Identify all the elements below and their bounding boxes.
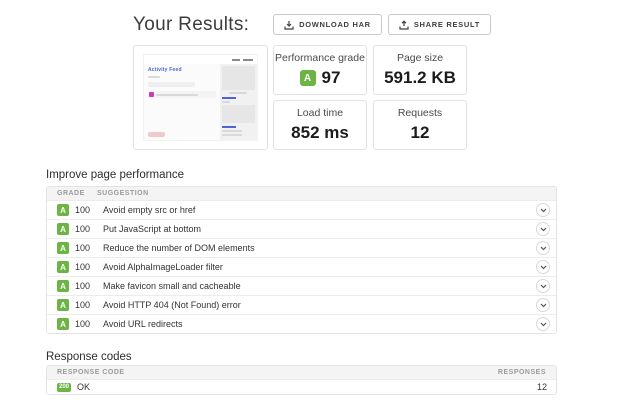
suggestion-row[interactable]: A 100 Avoid empty src or href — [47, 200, 556, 219]
suggestion-label: Avoid AlphaImageLoader filter — [103, 262, 223, 272]
improve-table-header: GRADE SUGGESTION — [47, 187, 556, 200]
responses-column-header: RESPONSES — [497, 369, 546, 376]
download-icon — [284, 20, 294, 30]
response-codes-heading: Response codes — [46, 351, 132, 363]
metric-performance-grade: Performance grade A 97 — [273, 45, 367, 95]
response-code-row: 200 OK 12 — [47, 379, 556, 394]
share-icon — [399, 19, 409, 30]
response-table-header: RESPONSE CODE RESPONSES — [47, 366, 556, 379]
chevron-down-icon — [540, 322, 546, 326]
response-code-column-header: RESPONSE CODE — [57, 369, 125, 376]
thumbnail-mini-page: Activity Feed — [143, 54, 258, 141]
grade-score: 100 — [75, 281, 91, 291]
page-size-value: 591.2 KB — [384, 68, 456, 87]
share-result-button[interactable]: SHARE RESULT — [387, 14, 491, 35]
suggestion-row[interactable]: A 100 Avoid HTTP 404 (Not Found) error — [47, 295, 556, 314]
grade-score: 100 — [75, 262, 91, 272]
expand-row-button[interactable] — [536, 241, 550, 255]
status-200-badge: 200 — [57, 382, 72, 392]
performance-grade-value: 97 — [321, 68, 341, 87]
response-codes-table: RESPONSE CODE RESPONSES 200 OK 12 — [46, 365, 557, 395]
grade-a-badge: A — [57, 261, 69, 273]
grade-a-badge: A — [57, 318, 69, 330]
suggestion-column-header: SUGGESTION — [97, 190, 149, 197]
thumbnail-sidebar — [219, 64, 257, 140]
grade-score: 100 — [75, 300, 91, 310]
metric-requests: Requests 12 — [373, 100, 467, 150]
chevron-down-icon — [540, 303, 546, 307]
thumbnail-topbar — [144, 55, 257, 64]
grade-score: 100 — [75, 205, 91, 215]
suggestion-label: Make favicon small and cacheable — [103, 281, 241, 291]
thumbnail-search-bar — [148, 82, 196, 87]
suggestion-row[interactable]: A 100 Make favicon small and cacheable — [47, 276, 556, 295]
metric-page-size: Page size 591.2 KB — [373, 45, 467, 95]
suggestion-label: Avoid URL redirects — [103, 319, 183, 329]
suggestion-label: Put JavaScript at bottom — [103, 224, 202, 234]
expand-row-button[interactable] — [536, 279, 550, 293]
grade-a-badge: A — [57, 204, 69, 216]
grade-a-badge: A — [57, 299, 69, 311]
metric-load-time: Load time 852 ms — [273, 100, 367, 150]
thumbnail-pink-button — [148, 132, 165, 137]
suggestion-label: Avoid empty src or href — [103, 205, 196, 215]
thumbnail-feed-title: Activity Feed — [148, 67, 182, 73]
grade-score: 100 — [75, 224, 91, 234]
suggestion-label: Reduce the number of DOM elements — [103, 243, 255, 253]
suggestion-row[interactable]: A 100 Put JavaScript at bottom — [47, 219, 556, 238]
expand-row-button[interactable] — [536, 317, 550, 331]
grade-a-badge: A — [57, 280, 69, 292]
thumbnail-post-icon — [149, 92, 154, 97]
page-title: Your Results: — [133, 13, 250, 35]
chevron-down-icon — [540, 227, 546, 231]
download-har-button[interactable]: DOWNLOAD HAR — [273, 14, 382, 35]
header-actions: DOWNLOAD HAR SHARE RESULT — [273, 14, 491, 35]
expand-row-button[interactable] — [536, 260, 550, 274]
grade-column-header: GRADE — [57, 190, 85, 197]
chevron-down-icon — [540, 284, 546, 288]
suggestion-label: Avoid HTTP 404 (Not Found) error — [103, 300, 241, 310]
grade-a-badge: A — [57, 242, 69, 254]
status-label: OK — [77, 382, 91, 392]
results-header: Your Results: DOWNLOAD HAR SHARE RESULT — [133, 13, 491, 36]
metrics-grid: Performance grade A 97 Page size 591.2 K… — [273, 45, 467, 150]
load-time-value: 852 ms — [291, 123, 349, 142]
grade-a-badge: A — [299, 70, 316, 86]
suggestion-row[interactable]: A 100 Avoid URL redirects — [47, 314, 556, 333]
requests-value: 12 — [410, 123, 430, 142]
chevron-down-icon — [540, 265, 546, 269]
thumbnail-feed-column: Activity Feed — [144, 64, 220, 140]
chevron-down-icon — [540, 208, 546, 212]
expand-row-button[interactable] — [536, 203, 550, 217]
grade-score: 100 — [75, 243, 91, 253]
improve-table: GRADE SUGGESTION A 100 Avoid empty src o… — [46, 186, 557, 334]
suggestion-row[interactable]: A 100 Reduce the number of DOM elements — [47, 238, 556, 257]
expand-row-button[interactable] — [536, 298, 550, 312]
grade-score: 100 — [75, 319, 91, 329]
tested-page-thumbnail: Activity Feed — [133, 45, 268, 150]
improve-section-heading: Improve page performance — [46, 169, 185, 181]
chevron-down-icon — [540, 246, 546, 250]
responses-count: 12 — [536, 382, 547, 392]
suggestion-row[interactable]: A 100 Avoid AlphaImageLoader filter — [47, 257, 556, 276]
thumbnail-post-row — [148, 91, 216, 98]
grade-a-badge: A — [57, 223, 69, 235]
expand-row-button[interactable] — [536, 222, 550, 236]
